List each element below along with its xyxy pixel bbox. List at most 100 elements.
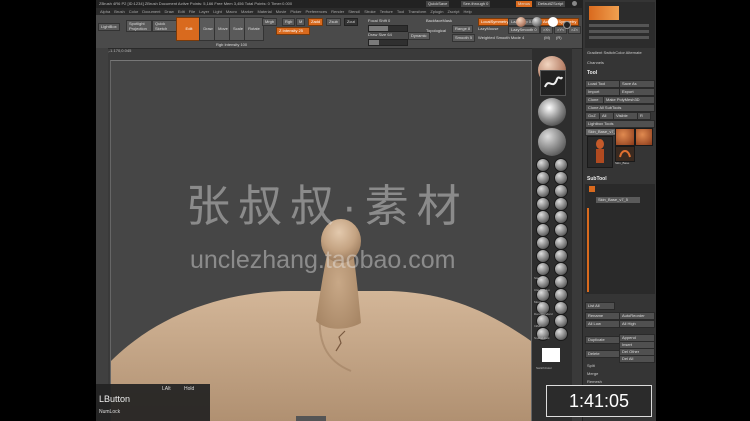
lightbox-button[interactable]: LightBox: [98, 23, 120, 31]
local-symmetry-button[interactable]: LocalSymmetry: [478, 18, 512, 26]
brush-icon[interactable]: [536, 158, 550, 172]
brush-icon[interactable]: [536, 249, 550, 263]
brush-icon[interactable]: [554, 327, 568, 341]
brush-icon[interactable]: [554, 288, 568, 302]
menu-color[interactable]: Color: [129, 9, 139, 14]
focal-shift-track[interactable]: [368, 25, 408, 32]
rotate-button[interactable]: Rotate: [244, 17, 264, 41]
main-color-swatch[interactable]: [542, 348, 560, 362]
brush-icon[interactable]: [554, 197, 568, 211]
color-swatch-black[interactable]: [563, 21, 571, 29]
brush-icon[interactable]: [554, 171, 568, 185]
color-hue-bar[interactable]: [589, 6, 619, 20]
brush-icon[interactable]: [554, 184, 568, 198]
tool-palette-title[interactable]: Tool: [587, 70, 597, 76]
menu-stroke[interactable]: Stroke: [364, 9, 376, 14]
brush-icon[interactable]: [536, 210, 550, 224]
lazymouse-button[interactable]: LazyMouse: [478, 26, 498, 32]
material-swatch-top[interactable]: [516, 17, 526, 27]
menu-zscript[interactable]: Zscript: [447, 9, 459, 14]
activate-symmetry-button[interactable]: Activate Symmetry: [540, 18, 580, 26]
list-all-button[interactable]: List All: [585, 302, 615, 310]
brush-icon[interactable]: [536, 236, 550, 250]
subtool-item-1[interactable]: Skin_Base_v7_5: [595, 196, 641, 204]
menu-preferences[interactable]: Preferences: [306, 9, 328, 14]
m-button[interactable]: M: [296, 18, 306, 26]
menu-texture[interactable]: Texture: [380, 9, 393, 14]
weighted-smooth-slider[interactable]: Weighted Smooth Mode 4: [478, 35, 524, 41]
all-low-button[interactable]: All Low: [585, 320, 621, 328]
clone-button[interactable]: Clone: [585, 96, 605, 104]
see-through-slider[interactable]: See-through 0: [461, 1, 491, 7]
rgb-button[interactable]: Rgb: [282, 18, 296, 26]
z-intensity-slider[interactable]: Z Intensity 25: [276, 27, 310, 35]
brush-icon[interactable]: [536, 262, 550, 276]
matcap-icon[interactable]: [538, 128, 566, 156]
x-axis-button[interactable]: >X<: [540, 26, 554, 34]
subtool-scrollbar[interactable]: [587, 208, 589, 292]
menu-document[interactable]: Document: [142, 9, 160, 14]
tool-thumb-polymesh[interactable]: [615, 128, 635, 146]
switch-color-label[interactable]: SwitchColor: [536, 366, 552, 370]
brush-icon[interactable]: [536, 197, 550, 211]
menu-layer[interactable]: Layer: [199, 9, 209, 14]
merge-button[interactable]: Merge: [587, 371, 598, 377]
clone-all-subtools-button[interactable]: Clone All SubTools: [585, 104, 655, 112]
zsub-button[interactable]: Zsub: [326, 18, 341, 26]
r-button[interactable]: R: [637, 112, 651, 120]
quick-sketch-button[interactable]: Quick Sketch: [152, 20, 178, 32]
menu-render[interactable]: Render: [331, 9, 344, 14]
topological-button[interactable]: Topological: [426, 28, 446, 34]
brush-icon[interactable]: [554, 262, 568, 276]
material-swatch-2[interactable]: [532, 17, 542, 27]
brush-icon[interactable]: [554, 223, 568, 237]
brush-icon[interactable]: [554, 210, 568, 224]
rgb-intensity-slider[interactable]: Rgb Intensity 100: [216, 42, 247, 48]
color-picker-area[interactable]: [585, 2, 655, 48]
channels-label[interactable]: Channels: [587, 60, 604, 66]
minimize-icon[interactable]: [572, 1, 577, 6]
zadd-button[interactable]: Zadd: [308, 18, 324, 26]
save-as-button[interactable]: Save As: [619, 80, 655, 88]
range-slider[interactable]: Range 8: [452, 25, 474, 33]
draw-size-track[interactable]: [368, 39, 408, 46]
import-button[interactable]: Import: [585, 88, 621, 96]
menu-stencil[interactable]: Stencil: [348, 9, 360, 14]
del-all-button[interactable]: Del All: [619, 355, 655, 363]
draw-size-slider[interactable]: Draw Size 64: [368, 32, 392, 38]
menu-tool[interactable]: Tool: [397, 9, 404, 14]
alpha-icon[interactable]: [538, 98, 566, 126]
backface-mask-button[interactable]: BackfaceMask: [426, 18, 452, 24]
brush-icon[interactable]: [554, 158, 568, 172]
menu-brush[interactable]: Brush: [114, 9, 124, 14]
tool-thumb-sphere[interactable]: [635, 128, 653, 146]
brush-icon[interactable]: [554, 301, 568, 315]
brush-icon[interactable]: [554, 236, 568, 250]
quicksave-button[interactable]: QuickSave: [426, 1, 450, 7]
menu-material[interactable]: Material: [257, 9, 271, 14]
mrgb-button[interactable]: Mrgb: [262, 18, 278, 26]
subtool-icon-btn-2[interactable]: [621, 185, 645, 187]
spotlight-projection-button[interactable]: Spotlight Projection: [126, 20, 152, 32]
brush-icon[interactable]: [554, 275, 568, 289]
subtool-icon-btn-1[interactable]: [599, 185, 623, 187]
menu-zplugin[interactable]: Zplugin: [430, 9, 443, 14]
rename-button[interactable]: Rename: [585, 312, 621, 320]
all-high-button[interactable]: All High: [619, 320, 655, 328]
duplicate-button[interactable]: Duplicate: [585, 336, 621, 344]
subtool-eye-icon[interactable]: [589, 186, 595, 192]
zcut-button[interactable]: Zcut: [344, 18, 358, 26]
lightbox-tools-button[interactable]: Lightbox Tools: [585, 120, 655, 128]
load-tool-button[interactable]: Load Tool: [585, 80, 621, 88]
tool-thumb-skin[interactable]: [587, 136, 613, 168]
stroke-icon[interactable]: [540, 70, 566, 96]
radial-m-button[interactable]: (M): [544, 35, 550, 41]
brush-icon[interactable]: [554, 249, 568, 263]
split-button[interactable]: Split: [587, 363, 595, 369]
focal-shift-slider[interactable]: Focal Shift 0: [368, 18, 390, 24]
menu-transform[interactable]: Transform: [408, 9, 426, 14]
autoreorder-button[interactable]: AutoReorder: [619, 312, 655, 320]
menu-light[interactable]: Light: [213, 9, 222, 14]
brush-icon[interactable]: [554, 314, 568, 328]
color-swatch-white[interactable]: [548, 17, 558, 27]
